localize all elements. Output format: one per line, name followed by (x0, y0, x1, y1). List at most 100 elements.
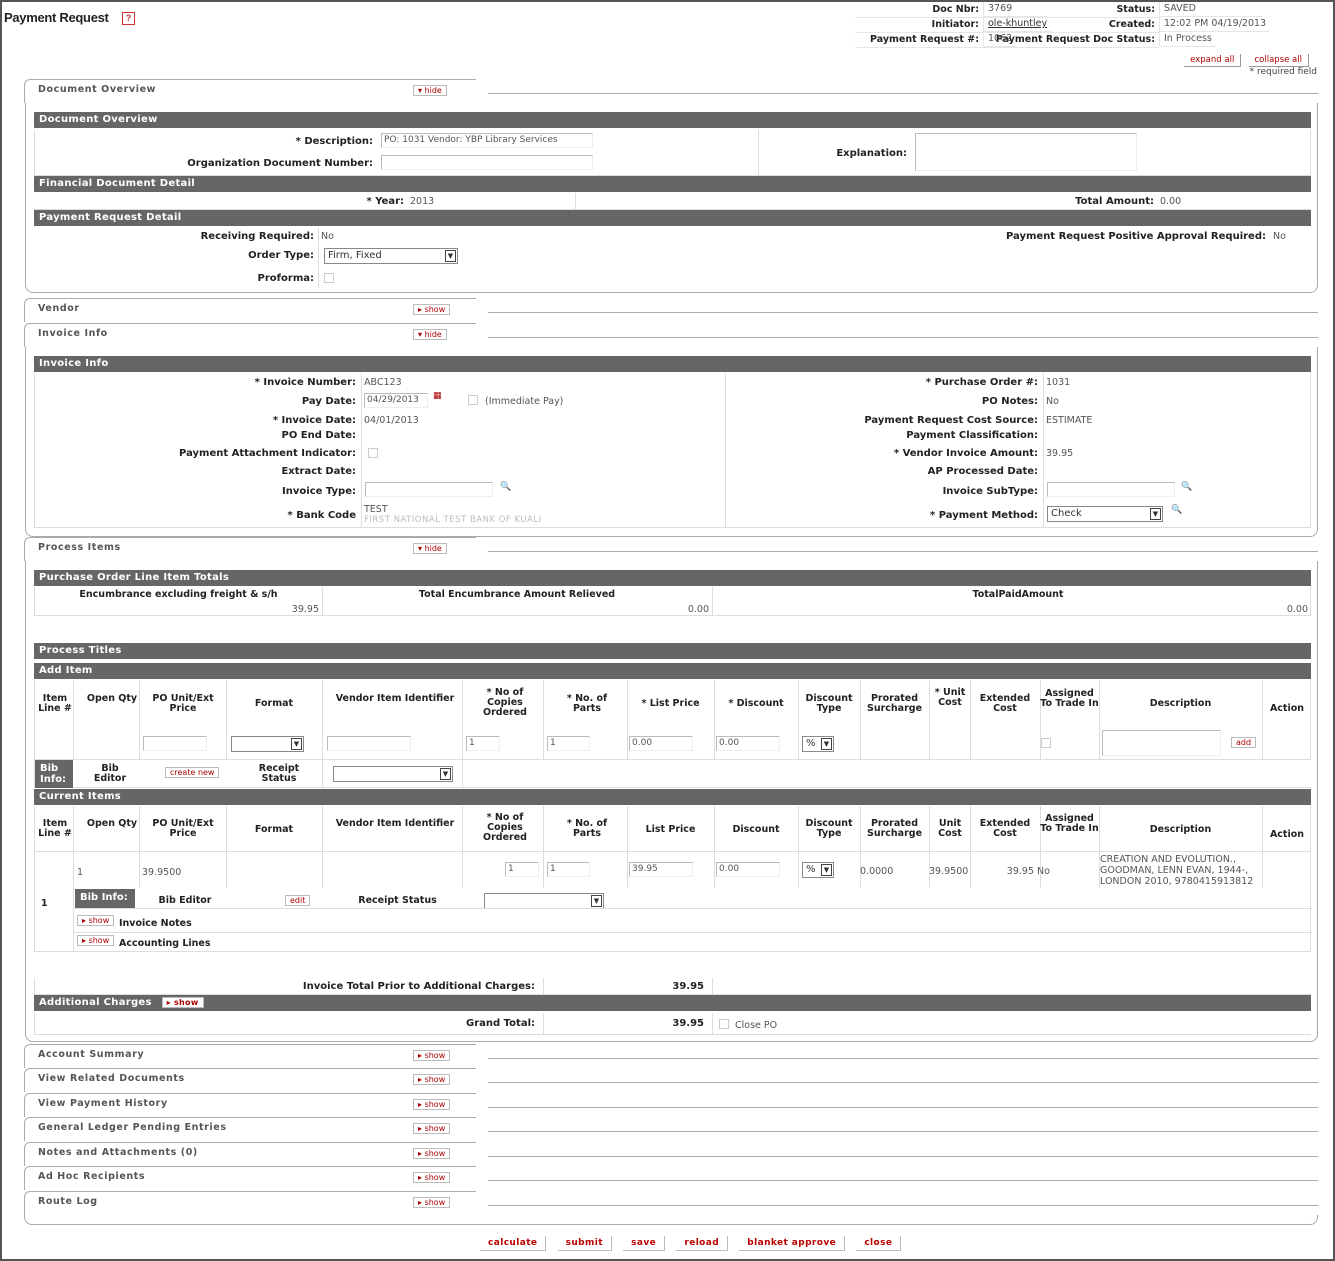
trade-in-checkbox[interactable] (1041, 738, 1051, 748)
attachment-indicator-label: Payment Attachment Indicator: (179, 448, 356, 459)
show-toggle-button[interactable]: ▸ show (413, 1172, 451, 1183)
blanket-approve-button[interactable]: blanket approve (739, 1236, 846, 1251)
grand-total-label: Grand Total: (466, 1018, 535, 1029)
invoice-notes-label: Invoice Notes (119, 918, 192, 929)
show-toggle-button[interactable]: ▸ show (413, 1099, 451, 1110)
payment-method-select[interactable]: Check ▼ (1047, 506, 1163, 522)
accounting-lines-show-button[interactable]: ▸ show (77, 935, 115, 946)
item-open-qty: 1 (77, 867, 84, 878)
search-icon[interactable]: 🔍 (500, 482, 511, 492)
po-notes-label: PO Notes: (981, 396, 1038, 407)
invoice-number-label: * Invoice Number: (254, 377, 356, 388)
show-toggle-button[interactable]: ▸ show (413, 304, 451, 315)
search-icon[interactable]: 🔍 (1171, 505, 1182, 515)
submit-button[interactable]: submit (557, 1236, 612, 1251)
paid-value: 0.00 (1286, 604, 1308, 615)
item-receipt-status-label: Receipt Status (358, 895, 437, 906)
receipt-status-label: Receipt Status (258, 763, 300, 784)
show-toggle-button[interactable]: ▸ show (413, 1123, 451, 1134)
discount-type-select[interactable]: % ▼ (802, 736, 834, 752)
bib-info-label: Bib Info: (35, 760, 73, 788)
format-select[interactable]: ▼ (231, 736, 304, 752)
attachment-indicator-checkbox[interactable] (368, 448, 378, 458)
relieved-header: Total Encumbrance Amount Relieved (418, 589, 616, 600)
order-type-select[interactable]: Firm, Fixed ▼ (324, 248, 458, 264)
show-toggle-button[interactable]: ▸ show (413, 1197, 451, 1208)
invoice-type-input[interactable] (365, 482, 493, 497)
calculate-button[interactable]: calculate (480, 1236, 547, 1251)
save-button[interactable]: save (623, 1236, 666, 1251)
invoice-notes-show-button[interactable]: ▸ show (77, 915, 115, 926)
pr-number-label: Payment Request #: (855, 32, 983, 48)
tab-gl-pending-entries: General Ledger Pending Entries ▸ show (24, 1117, 476, 1141)
total-amount-value: 0.00 (1160, 196, 1182, 207)
description-input[interactable]: PO: 1031 Vendor: YBP Library Services (381, 133, 593, 148)
hide-toggle-button[interactable]: ▾ hide (413, 85, 447, 96)
copies-input[interactable]: 1 (466, 736, 500, 751)
initiator-link[interactable]: ole-khuntley (988, 18, 1047, 29)
reload-button[interactable]: reload (676, 1236, 729, 1251)
list-price-input[interactable]: 0.00 (629, 736, 693, 751)
col-action: Action (1269, 703, 1305, 714)
additional-charges-show-button[interactable]: ▸ show (161, 997, 204, 1008)
tab-notes-attachments: Notes and Attachments (0) ▸ show (24, 1142, 476, 1166)
receipt-status-select[interactable]: ▼ (333, 766, 453, 782)
col-trade-in: Assigned To Trade In (1040, 813, 1099, 834)
search-icon[interactable]: 🔍 (1181, 482, 1192, 492)
tab-ad-hoc-recipients: Ad Hoc Recipients ▸ show (24, 1166, 476, 1190)
item-receipt-status-select[interactable]: ▼ (484, 893, 604, 909)
close-button[interactable]: close (856, 1236, 902, 1251)
item-unit-price: 39.9500 (142, 867, 182, 878)
col-discount-type: Discount Type (805, 693, 853, 714)
close-po-label: Close PO (735, 1020, 778, 1031)
description-textarea[interactable] (1102, 730, 1221, 756)
explanation-label: Explanation: (836, 148, 907, 159)
positive-approval-value: No (1273, 231, 1286, 242)
pay-date-input[interactable]: 04/29/2013 (364, 393, 428, 408)
immediate-pay-label: (Immediate Pay) (485, 396, 564, 407)
invoice-total-row: Invoice Total Prior to Additional Charge… (34, 978, 1311, 995)
add-item-button[interactable]: add (1231, 737, 1257, 748)
item-discount-input[interactable]: 0.00 (716, 862, 780, 877)
col-vendor-item-id: Vendor Item Identifier (335, 818, 455, 829)
immediate-pay-checkbox[interactable] (468, 395, 478, 405)
col-copies: * No of Copies Ordered (483, 812, 527, 843)
calendar-icon[interactable]: ▦ (433, 391, 442, 401)
doc-nbr-label: Doc Nbr: (855, 2, 983, 18)
show-toggle-button[interactable]: ▸ show (413, 1074, 451, 1085)
item-parts-input[interactable]: 1 (547, 862, 590, 877)
edit-button[interactable]: edit (285, 895, 311, 906)
parts-input[interactable]: 1 (547, 736, 590, 751)
org-doc-number-label: Organization Document Number: (187, 158, 373, 169)
collapse-all-button[interactable]: collapse all (1248, 54, 1309, 67)
vendor-invoice-amount-label: * Vendor Invoice Amount: (893, 448, 1038, 459)
bank-code-value: TEST (364, 504, 388, 515)
item-list-price-input[interactable]: 39.95 (629, 862, 693, 877)
tab-process-items: Process Items ▾ hide (24, 537, 476, 561)
bib-editor-label: Bib Editor (93, 763, 127, 784)
discount-input[interactable]: 0.00 (716, 736, 780, 751)
item-discount-type-select[interactable]: % ▼ (802, 862, 834, 878)
vendor-item-id-input[interactable] (327, 736, 411, 751)
po-unit-price-input[interactable] (143, 736, 207, 751)
col-prorated-surcharge: Prorated Surcharge (866, 693, 923, 714)
encumbrance-header: Encumbrance excluding freight & s/h (79, 589, 278, 600)
explanation-textarea[interactable] (915, 133, 1137, 171)
col-copies: * No of Copies Ordered (483, 687, 527, 718)
tab-rule (488, 93, 1318, 94)
show-toggle-button[interactable]: ▸ show (413, 1148, 451, 1159)
proforma-checkbox[interactable] (324, 273, 334, 283)
hide-toggle-button[interactable]: ▾ hide (413, 543, 447, 554)
tab-route-log: Route Log ▸ show (24, 1191, 476, 1215)
col-item-line: Item Line # (38, 818, 72, 839)
invoice-subtype-input[interactable] (1047, 482, 1175, 497)
close-po-checkbox[interactable] (719, 1019, 729, 1029)
item-copies-input[interactable]: 1 (505, 862, 539, 877)
expand-all-button[interactable]: expand all (1184, 54, 1242, 67)
hide-toggle-button[interactable]: ▾ hide (413, 329, 447, 340)
show-toggle-button[interactable]: ▸ show (413, 1050, 451, 1061)
relieved-value: 0.00 (687, 604, 709, 615)
create-new-button[interactable]: create new (165, 767, 220, 778)
help-icon[interactable]: ? (121, 12, 135, 26)
org-doc-number-input[interactable] (381, 155, 593, 170)
